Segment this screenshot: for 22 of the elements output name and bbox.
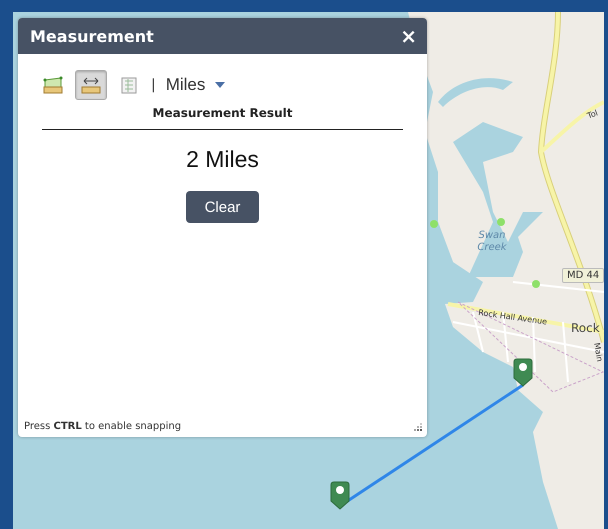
point-marker-icon xyxy=(532,280,540,288)
result-heading: Measurement Result xyxy=(42,106,403,130)
place-label: Rock xyxy=(571,321,600,335)
road-label: Tol xyxy=(586,108,600,120)
clear-button[interactable]: Clear xyxy=(186,191,259,223)
road-label: Main xyxy=(592,342,604,362)
measurement-result: 2 Miles xyxy=(185,146,260,173)
separator: | xyxy=(151,77,156,93)
snapping-hint: Press CTRL to enable snapping xyxy=(24,421,182,432)
distance-tool-button[interactable] xyxy=(75,70,107,100)
caret-icon xyxy=(215,82,226,88)
location-grid-icon xyxy=(119,76,139,94)
road-label: Rock Hall Avenue xyxy=(478,308,548,327)
area-ruler-icon xyxy=(43,76,63,94)
panel-title: Measurement xyxy=(30,26,154,46)
point-marker-icon xyxy=(430,220,438,228)
point-marker-icon xyxy=(497,218,505,226)
route-shield: MD 44 xyxy=(562,268,604,283)
close-button[interactable]: × xyxy=(400,26,417,46)
distance-ruler-icon xyxy=(81,76,101,94)
unit-dropdown[interactable]: Miles xyxy=(162,75,230,95)
resize-grip-icon[interactable] xyxy=(413,422,423,432)
